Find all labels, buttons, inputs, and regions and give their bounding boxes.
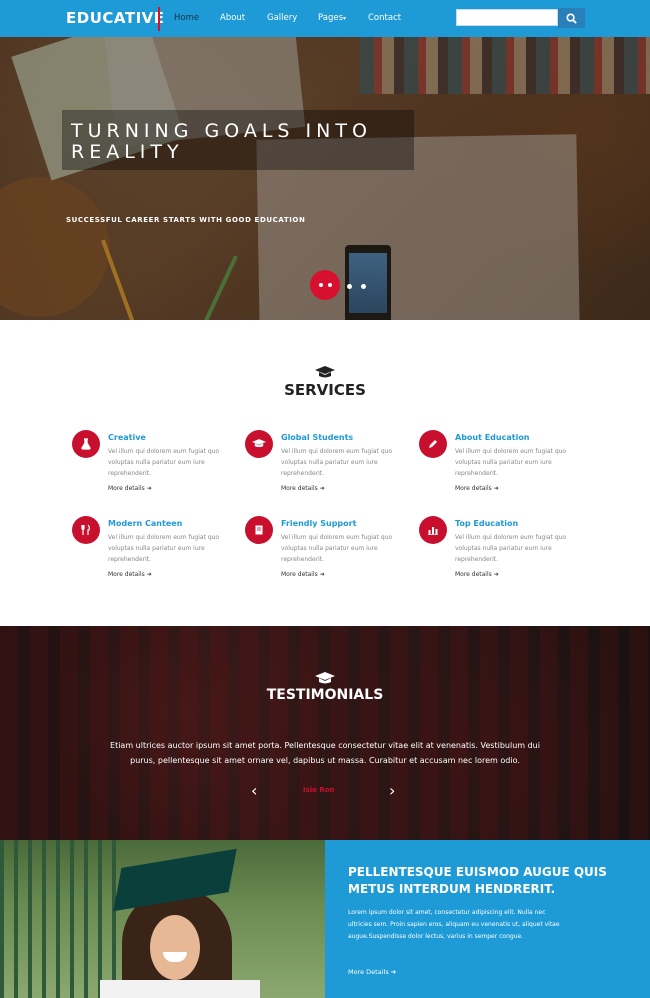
graduation-cap-icon (245, 430, 273, 458)
service-description: Vel illum qui dolorem eum fugiat quo vol… (455, 534, 567, 563)
bar-chart-icon (419, 516, 447, 544)
service-more-link[interactable]: More details ➜ (108, 485, 152, 492)
hero-title: TURNING GOALS INTO REALITY (71, 120, 372, 163)
photo-fence (0, 840, 120, 998)
search-input[interactable] (456, 9, 558, 26)
nav-pages[interactable]: Pages▾ (318, 13, 346, 23)
service-more-label: More details (281, 485, 318, 492)
photo-gown (100, 980, 260, 998)
testimonials-heading: TESTIMONIALS (266, 687, 384, 703)
service-description: Vel illum qui dolorem eum fugiat quo vol… (108, 448, 220, 477)
flask-icon (72, 430, 100, 458)
chevron-right-icon[interactable]: › (389, 781, 395, 800)
arrow-right-icon: ➜ (319, 571, 325, 578)
search-icon (566, 12, 577, 24)
arrow-right-icon: ➜ (493, 485, 499, 492)
service-title[interactable]: Top Education (455, 519, 518, 528)
service-friendly-support: Friendly Support Vel illum qui dolorem e… (245, 516, 405, 586)
service-more-link[interactable]: More details ➜ (455, 485, 499, 492)
service-title[interactable]: Global Students (281, 433, 353, 442)
service-creative: Creative Vel illum qui dolorem eum fugia… (72, 430, 232, 500)
arrow-right-icon: ➜ (319, 485, 325, 492)
nav-pages-label: Pages (318, 13, 344, 23)
service-more-label: More details (455, 571, 492, 578)
service-global-students: Global Students Vel illum qui dolorem eu… (245, 430, 405, 500)
service-title[interactable]: Modern Canteen (108, 519, 182, 528)
cutlery-icon (72, 516, 100, 544)
service-title[interactable]: About Education (455, 433, 530, 442)
service-top-education: Top Education Vel illum qui dolorem eum … (419, 516, 579, 586)
chevron-left-icon[interactable]: ‹ (251, 781, 257, 800)
caret-down-icon: ▾ (343, 15, 347, 22)
top-navbar: EDUCATIVE Home About Gallery Pages▾ Cont… (0, 0, 650, 37)
testimonials-overlay (0, 626, 650, 840)
feature-text: Lorem ipsum dolor sit amet, consectetur … (348, 909, 560, 940)
slider-pagination[interactable] (310, 270, 340, 300)
service-description: Vel illum qui dolorem eum fugiat quo vol… (108, 534, 220, 563)
service-description: Vel illum qui dolorem eum fugiat quo vol… (281, 448, 393, 477)
service-more-label: More details (108, 571, 145, 578)
slider-dot[interactable] (347, 284, 352, 289)
nav-home[interactable]: Home (174, 13, 199, 23)
service-about-education: About Education Vel illum qui dolorem eu… (419, 430, 579, 500)
slider-dot[interactable] (327, 283, 332, 287)
search-button[interactable] (558, 8, 585, 28)
service-more-link[interactable]: More details ➜ (108, 571, 152, 578)
service-description: Vel illum qui dolorem eum fugiat quo vol… (455, 448, 567, 477)
arrow-right-icon: ➜ (146, 485, 152, 492)
feature-more-label: More Details (348, 968, 389, 976)
nav-gallery[interactable]: Gallery (267, 13, 297, 23)
testimonial-quote: Etiam ultrices auctor ipsum sit amet por… (110, 741, 540, 765)
slider-dot[interactable] (361, 284, 366, 289)
arrow-right-icon: ➜ (146, 571, 152, 578)
site-logo[interactable]: EDUCATIVE (66, 9, 165, 27)
service-more-label: More details (108, 485, 145, 492)
service-more-link[interactable]: More details ➜ (455, 571, 499, 578)
graduation-cap-icon (315, 366, 335, 380)
nav-about[interactable]: About (220, 13, 245, 23)
book-icon (245, 516, 273, 544)
slider-dot[interactable] (318, 283, 323, 287)
logo-divider (158, 7, 160, 31)
arrow-right-icon: ➜ (493, 571, 499, 578)
hero-subtitle: SUCCESSFUL CAREER STARTS WITH GOOD EDUCA… (66, 216, 306, 224)
feature-title: PELLENTESQUE EUISMOD AUGUE QUIS METUS IN… (348, 865, 607, 896)
service-modern-canteen: Modern Canteen Vel illum qui dolorem eum… (72, 516, 232, 586)
arrow-right-icon: ➜ (390, 968, 397, 976)
service-title[interactable]: Creative (108, 433, 146, 442)
pencil-icon (419, 430, 447, 458)
services-heading: SERVICES (284, 381, 366, 399)
graduate-photo (0, 840, 325, 998)
photo-face (150, 915, 200, 980)
service-title[interactable]: Friendly Support (281, 519, 356, 528)
graduation-cap-icon (315, 672, 335, 686)
service-more-label: More details (455, 485, 492, 492)
service-more-label: More details (281, 571, 318, 578)
service-more-link[interactable]: More details ➜ (281, 571, 325, 578)
nav-contact[interactable]: Contact (368, 13, 401, 23)
testimonial-author: Isie Ron (303, 786, 335, 794)
testimonials-section (0, 626, 650, 840)
service-more-link[interactable]: More details ➜ (281, 485, 325, 492)
service-description: Vel illum qui dolorem eum fugiat quo vol… (281, 534, 393, 563)
feature-more-link[interactable]: More Details ➜ (348, 968, 396, 976)
